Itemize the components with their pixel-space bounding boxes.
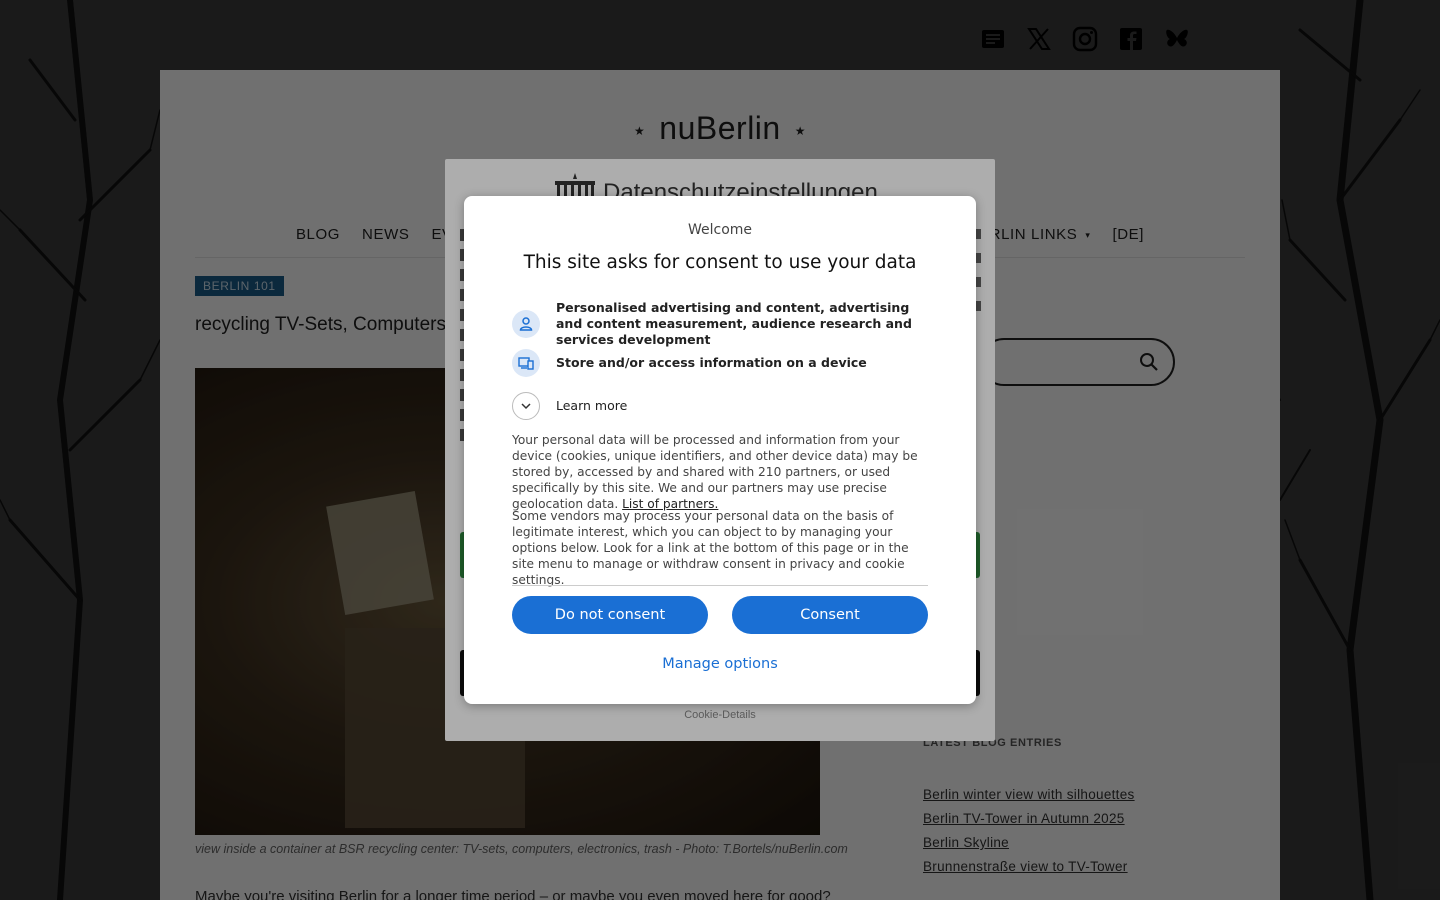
legitimate-interest-text: Some vendors may process your personal d… [512, 509, 909, 587]
person-icon [512, 310, 540, 338]
divider [512, 585, 928, 586]
chevron-down-icon[interactable] [512, 392, 540, 420]
consent-button[interactable]: Consent [732, 596, 928, 634]
purpose-advertising: Personalised advertising and content, ad… [512, 300, 926, 348]
purpose-label: Store and/or access information on a dev… [556, 355, 867, 370]
purpose-device-storage: Store and/or access information on a dev… [512, 349, 926, 377]
do-not-consent-button[interactable]: Do not consent [512, 596, 708, 634]
learn-more-row[interactable]: Learn more [512, 392, 926, 420]
learn-more-label[interactable]: Learn more [556, 398, 926, 414]
consent-description: Your personal data will be processed and… [512, 432, 930, 512]
manage-options-button[interactable]: Manage options [464, 656, 976, 672]
consent-dialog: Welcome This site asks for consent to us… [464, 196, 976, 704]
purpose-label: Personalised advertising and content, ad… [556, 300, 912, 347]
consent-welcome: Welcome [687, 222, 753, 238]
devices-icon [512, 349, 540, 377]
consent-heading: This site asks for consent to use your d… [523, 252, 917, 273]
